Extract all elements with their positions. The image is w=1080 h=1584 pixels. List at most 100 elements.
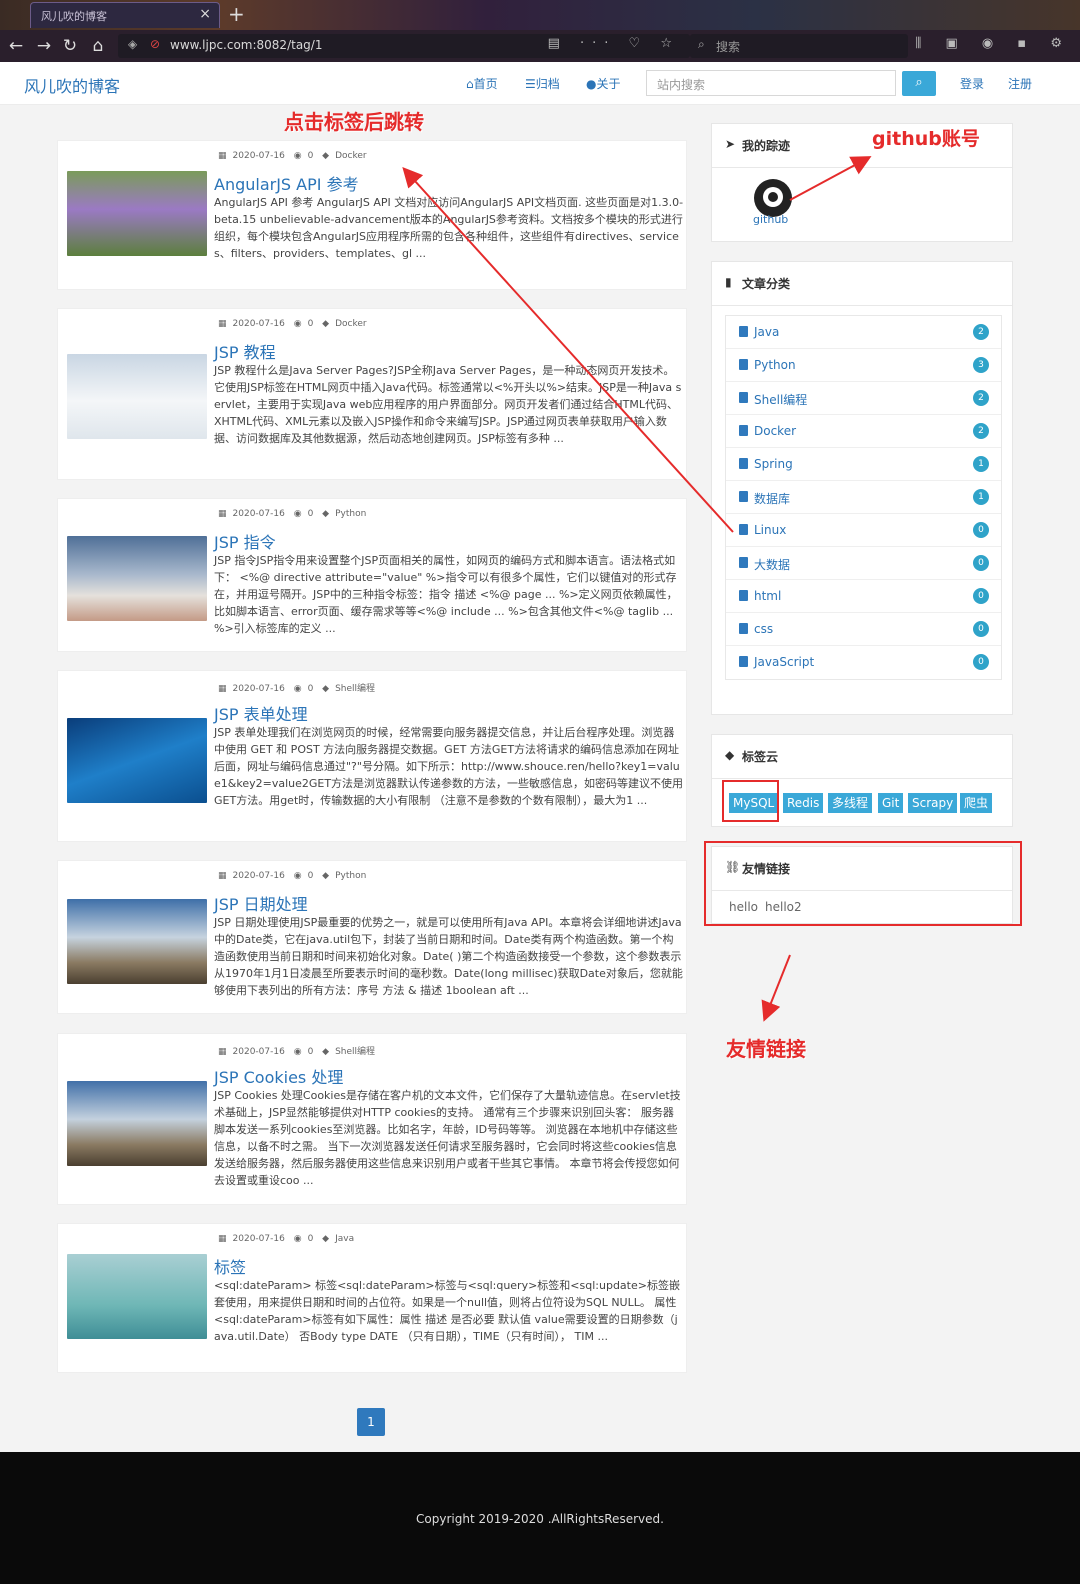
category-item[interactable]: Docker 2 — [726, 415, 1001, 448]
calendar-icon: ▦ — [218, 1047, 227, 1057]
login-link[interactable]: 登录 — [960, 75, 984, 92]
site-brand[interactable]: 风儿吹的博客 — [24, 73, 120, 97]
article-thumbnail[interactable] — [67, 1254, 207, 1339]
tag-redis[interactable]: Redis — [783, 793, 824, 813]
category-item[interactable]: Java 2 — [726, 316, 1001, 349]
nav-archive[interactable]: ☰归档 — [525, 75, 560, 92]
article-category[interactable]: Java — [335, 1234, 354, 1244]
category-item[interactable]: JavaScript 0 — [726, 646, 1001, 679]
forward-icon[interactable]: → — [32, 34, 56, 58]
article-views: 0 — [307, 319, 314, 329]
eye-icon: ◉ — [293, 1047, 302, 1057]
category-name: Shell编程 — [754, 393, 808, 407]
article-thumbnail[interactable] — [67, 1081, 207, 1166]
category-item[interactable]: 大数据 0 — [726, 547, 1001, 580]
article-views: 0 — [307, 871, 314, 881]
tag-git[interactable]: Git — [878, 793, 904, 813]
article-title[interactable]: JSP 表单处理 — [214, 701, 308, 725]
category-name: html — [754, 589, 782, 603]
article-title[interactable]: AngularJS API 参考 — [214, 171, 359, 195]
category-name: css — [754, 622, 774, 636]
article-date: 2020-07-16 — [232, 684, 285, 694]
nav-archive-label: 归档 — [535, 77, 560, 91]
category-item[interactable]: css 0 — [726, 613, 1001, 646]
url-bar[interactable]: ◈ ⊘ www.ljpc.com:8082/tag/1 ▤ ··· ♡ ☆ — [118, 34, 690, 58]
tag-icon: ◆ — [322, 871, 330, 881]
article-views: 0 — [307, 151, 314, 161]
article-meta: ▦ 2020-07-16 ◉ 0 ◆ Python — [218, 509, 372, 519]
category-item[interactable]: Python 3 — [726, 349, 1001, 382]
article-thumbnail[interactable] — [67, 899, 207, 984]
panel-header: ▮ 文章分类 — [712, 262, 1012, 306]
back-icon[interactable]: ← — [4, 34, 28, 58]
eye-icon: ◉ — [293, 871, 302, 881]
insecure-lock-icon[interactable]: ⊘ — [150, 37, 160, 51]
article-category[interactable]: Shell编程 — [335, 684, 375, 694]
category-name: Python — [754, 358, 796, 372]
book-icon — [739, 491, 748, 502]
category-name: 数据库 — [754, 492, 791, 506]
article-thumbnail[interactable] — [67, 171, 207, 256]
panel-header: ◆ 标签云 — [712, 735, 1012, 779]
category-item[interactable]: 数据库 1 — [726, 481, 1001, 514]
article-title[interactable]: JSP Cookies 处理 — [214, 1064, 343, 1088]
register-link[interactable]: 注册 — [1008, 75, 1032, 92]
article-title[interactable]: JSP 指令 — [214, 529, 276, 553]
article-category[interactable]: Python — [335, 871, 366, 881]
github-link[interactable]: github — [753, 213, 788, 226]
browser-tab-strip: 风儿吹的博客 × + — [0, 0, 1080, 30]
new-tab-icon[interactable]: + — [228, 2, 245, 26]
article-meta: ▦ 2020-07-16 ◉ 0 ◆ Shell编程 — [218, 681, 381, 694]
pagination-page-1[interactable]: 1 — [357, 1408, 385, 1436]
article-title[interactable]: JSP 日期处理 — [214, 891, 308, 915]
browser-search-bar[interactable]: ⌕ 搜索 — [690, 34, 908, 58]
panel-categories: ▮ 文章分类 Java 2 Python 3 Shell编程 2 Docker 2 Sp… — [711, 261, 1013, 715]
article-card: ▦ 2020-07-16 ◉ 0 ◆ Shell编程 JSP Cookies 处理 J… — [57, 1033, 687, 1205]
site-footer: Copyright 2019-2020 .AllRightsReserved. — [0, 1452, 1080, 1584]
site-search-input[interactable]: 站内搜索 — [646, 70, 896, 96]
category-name: 大数据 — [754, 558, 791, 572]
article-excerpt: JSP 指令JSP指令用来设置整个JSP页面相关的属性，如网页的编码方式和脚本语… — [214, 554, 678, 635]
category-count-badge: 2 — [973, 390, 989, 406]
calendar-icon: ▦ — [218, 509, 227, 519]
calendar-icon: ▦ — [218, 151, 227, 161]
tag-crawler[interactable]: 爬虫 — [960, 793, 993, 813]
article-card: ▦ 2020-07-16 ◉ 0 ◆ Java 标签 <sql:dateParam> … — [57, 1223, 687, 1373]
category-item[interactable]: html 0 — [726, 580, 1001, 613]
calendar-icon: ▦ — [218, 684, 227, 694]
article-title[interactable]: 标签 — [214, 1254, 246, 1278]
article-excerpt: JSP 表单处理我们在浏览网页的时候，经常需要向服务器提交信息，并让后台程序处理… — [214, 726, 684, 807]
article-title[interactable]: JSP 教程 — [214, 339, 276, 363]
eye-icon: ◉ — [293, 319, 302, 329]
home-icon[interactable]: ⌂ — [86, 34, 110, 58]
shield-icon[interactable]: ◈ — [128, 37, 137, 51]
browser-search-placeholder: 搜索 — [716, 40, 741, 54]
nav-home[interactable]: ⌂首页 — [466, 75, 498, 92]
article-thumbnail[interactable] — [67, 354, 207, 439]
github-icon[interactable] — [754, 179, 792, 217]
browser-toolbar: ← → ↻ ⌂ ◈ ⊘ www.ljpc.com:8082/tag/1 ▤ ··… — [0, 30, 1080, 63]
article-thumbnail[interactable] — [67, 718, 207, 803]
category-count-badge: 1 — [973, 456, 989, 472]
article-category[interactable]: Shell编程 — [335, 1047, 375, 1057]
tag-scrapy[interactable]: Scrapy — [908, 793, 958, 813]
article-thumbnail[interactable] — [67, 536, 207, 621]
reload-icon[interactable]: ↻ — [58, 34, 82, 58]
close-tab-icon[interactable]: × — [199, 6, 211, 22]
article-meta: ▦ 2020-07-16 ◉ 0 ◆ Shell编程 — [218, 1044, 381, 1057]
article-category[interactable]: Docker — [335, 151, 367, 161]
browser-tab[interactable]: 风儿吹的博客 × — [30, 2, 220, 28]
site-search-button[interactable]: ⌕ — [902, 71, 936, 96]
tag-icon: ◆ — [322, 509, 330, 519]
category-item[interactable]: Shell编程 2 — [726, 382, 1001, 415]
nav-about[interactable]: ●关于 — [586, 75, 621, 92]
tag-multithreading[interactable]: 多线程 — [828, 793, 873, 813]
category-item[interactable]: Linux 0 — [726, 514, 1001, 547]
page-actions-icons[interactable]: ▤ ··· ♡ ☆ — [548, 36, 680, 51]
category-item[interactable]: Spring 1 — [726, 448, 1001, 481]
book-icon — [739, 326, 748, 337]
toolbar-extension-icons[interactable]: ⫼ ▣ ◉ ▪ ⚙ — [915, 36, 1072, 51]
article-category[interactable]: Python — [335, 509, 366, 519]
article-category[interactable]: Docker — [335, 319, 367, 329]
article-views: 0 — [307, 684, 314, 694]
